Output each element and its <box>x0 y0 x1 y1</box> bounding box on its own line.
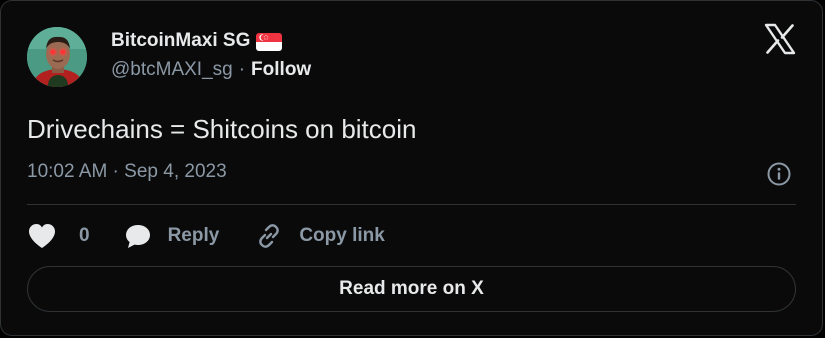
read-more-button[interactable]: Read more on X <box>27 266 796 312</box>
info-icon[interactable] <box>766 161 792 187</box>
separator-dot: · <box>238 59 246 80</box>
reply-label: Reply <box>167 225 220 246</box>
copy-link-label: Copy link <box>299 225 385 246</box>
reply-bubble-icon <box>125 225 150 248</box>
action-bar: 0 Reply Copy link <box>27 220 385 252</box>
reply-button[interactable]: Reply <box>124 223 220 249</box>
divider <box>27 204 796 205</box>
author-name[interactable]: BitcoinMaxi SG <box>111 30 250 52</box>
read-more-label: Read more on X <box>339 278 484 299</box>
link-icon <box>259 224 280 248</box>
heart-icon <box>29 224 55 248</box>
tweet-text: Drivechains = Shitcoins on bitcoin <box>27 114 417 144</box>
author-name-row: BitcoinMaxi SG <box>111 30 283 52</box>
follow-link[interactable]: Follow <box>251 59 311 81</box>
handle-row: @btcMAXI_sg · Follow <box>111 59 311 81</box>
tweet-embed-card: BitcoinMaxi SG @btcMAXI_sg · Follow Driv… <box>0 0 823 336</box>
singapore-flag-icon <box>256 33 283 51</box>
avatar[interactable] <box>27 27 87 87</box>
like-button[interactable]: 0 <box>27 222 90 250</box>
tweet-timestamp[interactable]: 10:02 AM · Sep 4, 2023 <box>27 161 227 183</box>
author-handle[interactable]: @btcMAXI_sg <box>111 59 233 81</box>
copy-link-button[interactable]: Copy link <box>255 222 385 250</box>
x-logo-icon[interactable] <box>764 23 796 55</box>
like-count: 0 <box>79 225 90 246</box>
avatar-image <box>27 27 87 87</box>
